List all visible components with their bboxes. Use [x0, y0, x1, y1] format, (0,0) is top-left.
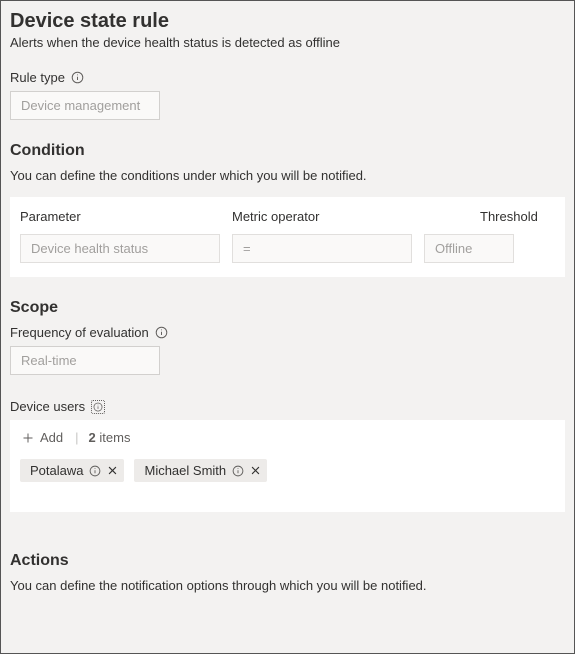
- info-icon[interactable]: [155, 326, 169, 340]
- user-chip-list: Potalawa: [20, 459, 555, 482]
- metric-operator-value: =: [232, 234, 412, 263]
- remove-user-button[interactable]: [107, 465, 118, 476]
- add-user-label: Add: [40, 430, 63, 445]
- items-count: 2 items: [89, 430, 131, 445]
- condition-description: You can define the conditions under whic…: [4, 168, 571, 197]
- items-count-number: 2: [89, 430, 96, 445]
- actions-heading: Actions: [4, 548, 571, 578]
- info-icon[interactable]: [71, 71, 85, 85]
- add-user-button[interactable]: Add: [20, 430, 65, 445]
- user-chip[interactable]: Potalawa: [20, 459, 124, 482]
- column-header-threshold: Threshold: [400, 209, 555, 224]
- items-count-word: items: [99, 430, 130, 445]
- device-users-label-text: Device users: [10, 399, 85, 414]
- rule-type-label: Rule type: [4, 70, 571, 91]
- rule-type-value: Device management: [10, 91, 160, 120]
- threshold-value: Offline: [424, 234, 514, 263]
- scope-heading: Scope: [4, 295, 571, 325]
- device-users-label: Device users: [4, 393, 571, 420]
- device-users-box: Add | 2 items Potalawa: [10, 420, 565, 512]
- user-chip-label: Potalawa: [30, 463, 83, 478]
- rule-config-panel: Device state rule Alerts when the device…: [0, 0, 575, 654]
- page-description: Alerts when the device health status is …: [4, 35, 571, 70]
- rule-type-label-text: Rule type: [10, 70, 65, 85]
- user-chip-label: Michael Smith: [144, 463, 226, 478]
- frequency-label-text: Frequency of evaluation: [10, 325, 149, 340]
- frequency-value: Real-time: [10, 346, 160, 375]
- device-users-toolbar: Add | 2 items: [20, 430, 555, 445]
- condition-heading: Condition: [4, 138, 571, 168]
- info-icon[interactable]: [232, 465, 244, 477]
- plus-icon: [22, 432, 34, 444]
- condition-row: Parameter Metric operator Threshold Devi…: [10, 197, 565, 277]
- page-title: Device state rule: [4, 4, 571, 35]
- remove-user-button[interactable]: [250, 465, 261, 476]
- info-icon[interactable]: [91, 400, 105, 414]
- info-icon[interactable]: [89, 465, 101, 477]
- column-header-metric-operator: Metric operator: [220, 209, 400, 224]
- frequency-label: Frequency of evaluation: [4, 325, 571, 346]
- column-header-parameter: Parameter: [20, 209, 220, 224]
- actions-description: You can define the notification options …: [4, 578, 571, 607]
- toolbar-divider: |: [75, 430, 78, 445]
- parameter-value: Device health status: [20, 234, 220, 263]
- user-chip[interactable]: Michael Smith: [134, 459, 267, 482]
- close-icon: [107, 465, 118, 476]
- close-icon: [250, 465, 261, 476]
